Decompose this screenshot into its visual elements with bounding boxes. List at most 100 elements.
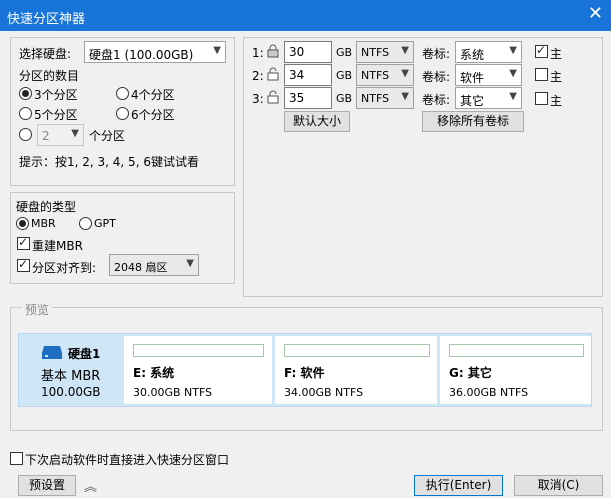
partition-2-unit: GB xyxy=(336,69,353,82)
partition-3-size[interactable] xyxy=(284,87,332,109)
chevron-down-icon: ▼ xyxy=(509,91,517,102)
radio-5-label: 5个分区 xyxy=(34,108,78,122)
partition-2-index: 2: xyxy=(252,69,264,83)
partition-1-primary-checkbox[interactable] xyxy=(535,43,548,58)
preview-partition-e-name: E: 系统 xyxy=(133,366,175,380)
chevron-down-icon: ▼ xyxy=(186,258,194,269)
preview-partition-f-size: 34.00GB NTFS xyxy=(284,386,364,399)
default-size-button[interactable]: 默认大小 xyxy=(284,111,350,132)
close-icon[interactable]: ✕ xyxy=(588,4,603,24)
disk-select[interactable]: 硬盘1 (100.00GB) ▼ xyxy=(84,41,226,63)
partition-1-index: 1: xyxy=(252,46,264,60)
radio-4-label: 4个分区 xyxy=(131,88,175,102)
disk-type-title: 硬盘的类型 xyxy=(16,200,77,214)
hint-text: 提示：按1, 2, 3, 4, 5, 6键试试看 xyxy=(19,155,199,169)
rebuild-mbr-label: 重建MBR xyxy=(32,239,83,253)
partition-usage-bar xyxy=(284,344,430,357)
partition-3-vol: 其它 xyxy=(460,94,485,108)
rebuild-mbr-checkbox[interactable] xyxy=(17,235,30,250)
partition-1-primary-label: 主 xyxy=(550,47,563,61)
partition-3-fs: NTFS xyxy=(361,92,390,105)
partition-2-primary-label: 主 xyxy=(550,70,563,84)
partition-2-fs-select[interactable]: NTFS ▼ xyxy=(356,64,414,86)
partition-usage-bar xyxy=(133,344,264,357)
partition-count-label: 分区的数目 xyxy=(19,69,80,83)
chevron-down-icon: ▼ xyxy=(509,68,517,79)
radio-6-partitions[interactable] xyxy=(116,107,129,120)
unlock-icon[interactable] xyxy=(267,90,279,104)
cancel-button[interactable]: 取消(C) xyxy=(514,475,603,496)
mbr-label: MBR xyxy=(31,217,56,230)
align-value: 2048 扇区 xyxy=(114,261,168,274)
partition-1-unit: GB xyxy=(336,46,353,59)
partition-1-fs-select[interactable]: NTFS ▼ xyxy=(356,41,414,63)
partition-3-unit: GB xyxy=(336,92,353,105)
radio-5-partitions[interactable] xyxy=(19,107,32,120)
preview-disk-type: 基本 MBR xyxy=(41,369,101,384)
preview-partition-g-name: G: 其它 xyxy=(449,366,492,380)
partition-3-fs-select[interactable]: NTFS ▼ xyxy=(356,87,414,109)
align-label: 分区对齐到: xyxy=(32,261,97,275)
startup-checkbox[interactable] xyxy=(10,452,23,465)
preview-partition-e[interactable]: E: 系统 30.00GB NTFS xyxy=(124,336,272,404)
radio-gpt[interactable] xyxy=(79,217,92,230)
partition-3-vol-select[interactable]: 其它 ▼ xyxy=(455,87,522,109)
partition-1-vol-label: 卷标: xyxy=(422,47,451,61)
radio-3-partitions[interactable] xyxy=(19,87,32,100)
preset-button[interactable]: 预设置 xyxy=(18,475,76,496)
lock-icon[interactable] xyxy=(267,44,279,58)
radio-mbr[interactable] xyxy=(16,217,29,230)
custom-count-value: 2 xyxy=(42,129,50,143)
window-title: 快速分区神器 xyxy=(7,12,86,27)
chevron-down-icon: ▼ xyxy=(401,45,409,56)
partition-3-primary-checkbox[interactable] xyxy=(535,92,548,105)
partition-2-size[interactable] xyxy=(284,64,332,86)
preview-partition-f[interactable]: F: 软件 34.00GB NTFS xyxy=(275,336,437,404)
chevron-down-icon: ▼ xyxy=(213,45,221,56)
preview-panel: 硬盘1 基本 MBR 100.00GB E: 系统 30.00GB NTFS F… xyxy=(18,333,592,407)
preview-partition-e-size: 30.00GB NTFS xyxy=(133,386,213,399)
partition-3-primary-label: 主 xyxy=(550,94,563,108)
preview-partition-g[interactable]: G: 其它 36.00GB NTFS xyxy=(440,336,591,404)
align-checkbox[interactable] xyxy=(17,257,30,272)
chevron-down-icon: ▼ xyxy=(71,128,79,139)
partition-3-size-input[interactable] xyxy=(285,88,331,108)
partition-1-fs: NTFS xyxy=(361,46,390,59)
partition-1-vol: 系统 xyxy=(460,48,485,62)
partition-usage-bar xyxy=(449,344,584,357)
partition-3-vol-label: 卷标: xyxy=(422,93,451,107)
preview-disk-size: 100.00GB xyxy=(41,385,101,399)
partition-2-size-input[interactable] xyxy=(285,65,331,85)
hard-disk-icon xyxy=(42,346,62,359)
partition-2-vol: 软件 xyxy=(460,71,485,85)
preview-partition-g-size: 36.00GB NTFS xyxy=(449,386,529,399)
partition-2-vol-select[interactable]: 软件 ▼ xyxy=(455,64,522,86)
partition-2-fs: NTFS xyxy=(361,69,390,82)
startup-label: 下次启动软件时直接进入快速分区窗口 xyxy=(25,453,230,467)
radio-custom-partitions[interactable] xyxy=(19,128,32,141)
partition-3-index: 3: xyxy=(252,92,264,106)
align-select[interactable]: 2048 扇区 ▼ xyxy=(109,254,199,276)
partition-1-vol-select[interactable]: 系统 ▼ xyxy=(455,41,522,63)
partition-2-vol-label: 卷标: xyxy=(422,70,451,84)
chevron-down-icon: ▼ xyxy=(509,45,517,56)
execute-button[interactable]: 执行(Enter) xyxy=(414,475,503,496)
partition-1-size[interactable] xyxy=(284,41,332,63)
unlock-icon[interactable] xyxy=(267,67,279,81)
preview-disk-name: 硬盘1 xyxy=(68,347,101,361)
custom-count-suffix: 个分区 xyxy=(89,129,126,143)
radio-6-label: 6个分区 xyxy=(131,108,175,122)
gpt-label: GPT xyxy=(94,217,116,230)
chevron-down-icon: ▼ xyxy=(401,68,409,79)
preview-partition-f-name: F: 软件 xyxy=(284,366,325,380)
partition-1-size-input[interactable] xyxy=(285,42,331,62)
disk-select-value: 硬盘1 (100.00GB) xyxy=(89,48,194,62)
radio-3-label: 3个分区 xyxy=(34,88,78,102)
radio-4-partitions[interactable] xyxy=(116,87,129,100)
double-chevron-up-icon[interactable]: ︽ xyxy=(84,476,97,495)
preview-disk-info: 硬盘1 基本 MBR 100.00GB xyxy=(21,336,122,404)
partition-2-primary-checkbox[interactable] xyxy=(535,68,548,81)
remove-all-labels-button[interactable]: 移除所有卷标 xyxy=(422,111,524,132)
custom-count-select[interactable]: 2 ▼ xyxy=(37,124,84,146)
select-disk-label: 选择硬盘: xyxy=(19,47,72,61)
